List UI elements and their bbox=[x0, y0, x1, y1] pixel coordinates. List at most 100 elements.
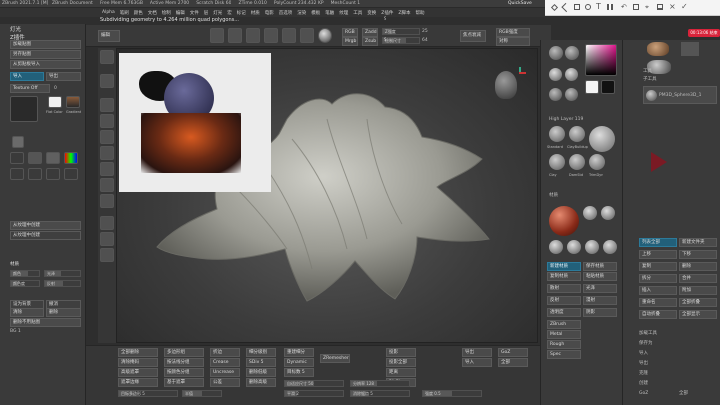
arrow-icon[interactable] bbox=[561, 2, 571, 13]
quicksave-button[interactable]: QuickSave bbox=[508, 0, 532, 7]
tex-thumb-3[interactable] bbox=[46, 152, 60, 164]
solo-icon[interactable] bbox=[100, 232, 114, 246]
tex-thumb-6[interactable] bbox=[28, 168, 42, 180]
tex-thumb-8[interactable] bbox=[64, 168, 78, 180]
half-slider[interactable]: 半值 bbox=[182, 390, 222, 397]
create-from-texture-button[interactable]: 从纹理中创建 bbox=[10, 221, 81, 230]
rect-icon[interactable] bbox=[574, 4, 580, 10]
collapse-all-button[interactable]: 全部折叠 bbox=[679, 298, 717, 307]
bottom-c0-3[interactable]: 遮罩边缘 bbox=[118, 378, 158, 387]
menu-color[interactable]: 颜色 bbox=[134, 10, 143, 16]
brush-alpha-icon[interactable] bbox=[100, 50, 114, 64]
bottom-c0-2[interactable]: 高级遮罩 bbox=[118, 368, 158, 377]
swatch-white[interactable] bbox=[585, 80, 599, 94]
paste-material-button[interactable]: 粘贴材质 bbox=[583, 272, 617, 281]
split-button[interactable]: 拆分 bbox=[639, 274, 677, 283]
bottom-c3-0[interactable]: 细分级别 bbox=[246, 348, 276, 357]
bottom-c3-3[interactable]: 删除高级 bbox=[246, 378, 276, 387]
bottom-c6-2[interactable]: GoZ bbox=[498, 348, 528, 357]
tex-thumb-4[interactable] bbox=[64, 152, 78, 164]
auto-collapse-button[interactable]: 自动折叠 bbox=[639, 310, 677, 319]
prop-diffuse[interactable]: 漫射 bbox=[583, 296, 617, 305]
transp-icon[interactable] bbox=[100, 216, 114, 230]
text-icon[interactable]: T bbox=[596, 2, 601, 11]
draw-size-slider[interactable]: 绘制尺寸 bbox=[382, 37, 420, 44]
delete-button[interactable]: 删除 bbox=[46, 308, 81, 317]
z-intensity-slider[interactable]: Z强度 bbox=[382, 28, 420, 35]
menu-stroke[interactable]: 笔触 bbox=[325, 10, 334, 16]
mrgb-toggle[interactable]: Mrgb bbox=[342, 37, 358, 46]
menu-macro[interactable]: 宏 bbox=[227, 10, 232, 16]
save-icon[interactable] bbox=[657, 4, 663, 10]
bottom-c0-0[interactable]: 全部删除 bbox=[118, 348, 158, 357]
menu-render[interactable]: 渲染 bbox=[297, 10, 306, 16]
clear-button[interactable]: 清除 bbox=[10, 308, 44, 317]
bottom-c0-1[interactable]: 清除掩码 bbox=[118, 358, 158, 367]
pen-icon[interactable] bbox=[550, 3, 559, 12]
persp-icon[interactable] bbox=[100, 98, 114, 112]
tool-label-create[interactable]: 创建 bbox=[639, 380, 648, 387]
new-material-button[interactable]: 新建材质 bbox=[547, 262, 581, 271]
tex-thumb-2[interactable] bbox=[28, 152, 42, 164]
new-folder-button[interactable]: 新建文件夹 bbox=[679, 238, 717, 247]
brush-clay-icon[interactable] bbox=[549, 154, 565, 170]
menu-stencil[interactable]: 模板 bbox=[311, 10, 320, 16]
bottom-c1-0[interactable]: 多边形组 bbox=[164, 348, 204, 357]
label-spec[interactable]: Spec bbox=[547, 350, 581, 359]
sphere-icon-1[interactable] bbox=[549, 46, 563, 60]
bottom-c4-0[interactable]: 重建细分 bbox=[284, 348, 314, 357]
bottom-c4-2[interactable]: ZRemesher bbox=[320, 354, 350, 363]
bottom-c2-3[interactable]: 公差 bbox=[210, 378, 240, 387]
play-arrow-icon[interactable] bbox=[651, 152, 667, 172]
rgb-intensity-button[interactable]: RGB强度 bbox=[496, 28, 530, 37]
tex-thumb-1[interactable] bbox=[10, 152, 24, 164]
floor-icon[interactable] bbox=[100, 114, 114, 128]
menu-draw[interactable]: 绘制 bbox=[162, 10, 171, 16]
brush-move-icon[interactable] bbox=[589, 126, 615, 152]
smooth-slider[interactable]: 平滑 2 bbox=[284, 390, 344, 397]
antialias-slider[interactable]: 消除锯齿 5 bbox=[350, 390, 410, 397]
bottom-c3-1[interactable]: SDiv 5 bbox=[246, 358, 276, 367]
import-clipboard-button[interactable]: 从剪贴板导入 bbox=[10, 60, 81, 69]
bottom-c2-0[interactable]: 折边 bbox=[210, 348, 240, 357]
menu-layer[interactable]: 层 bbox=[204, 10, 209, 16]
insert-button[interactable]: 插入 bbox=[639, 286, 677, 295]
local-icon[interactable] bbox=[100, 130, 114, 144]
brush-standard-icon[interactable] bbox=[549, 126, 565, 142]
prop-scatter[interactable]: 散射 bbox=[547, 284, 581, 293]
mat-thumb-c[interactable] bbox=[549, 88, 562, 101]
prop-transparency[interactable]: 透明度 bbox=[547, 308, 581, 317]
color-slider[interactable]: 颜色 bbox=[10, 270, 40, 277]
trimdynamic-icon[interactable] bbox=[300, 28, 314, 43]
export-button[interactable]: 导出 bbox=[46, 72, 81, 81]
menu-help[interactable]: 帮助 bbox=[415, 10, 424, 16]
bottom-c1-1[interactable]: 按法线分组 bbox=[164, 358, 204, 367]
tool-label-export[interactable]: 导出 bbox=[639, 360, 648, 367]
tex-thumb-7[interactable] bbox=[46, 168, 60, 180]
copy-material-button[interactable]: 复制材质 bbox=[547, 272, 581, 281]
color-picker[interactable] bbox=[585, 44, 617, 76]
bottom-c4-3[interactable]: 目标数 5 bbox=[284, 368, 314, 377]
menu-texture[interactable]: 纹理 bbox=[339, 10, 348, 16]
move-down-button[interactable]: 下移 bbox=[679, 250, 717, 259]
tool-label-saveas[interactable]: 保存为 bbox=[639, 340, 653, 347]
menu-tool[interactable]: 工具 bbox=[353, 10, 362, 16]
scale-view-icon[interactable] bbox=[100, 178, 114, 192]
focal-shift-button[interactable]: 焦点衰减 bbox=[460, 30, 486, 42]
show-all-button[interactable]: 全部显示 bbox=[679, 310, 717, 319]
tool-label-import[interactable]: 导入 bbox=[639, 350, 648, 357]
smooth-brush-icon[interactable] bbox=[246, 28, 260, 43]
bottom-c3-2[interactable]: 删除低级 bbox=[246, 368, 276, 377]
menu-transform[interactable]: 变换 bbox=[367, 10, 376, 16]
standard-brush-icon[interactable] bbox=[228, 28, 242, 43]
menu-edit[interactable]: 编辑 bbox=[176, 10, 185, 16]
tool-label-goz[interactable]: GoZ bbox=[639, 390, 648, 397]
material-sphere-5[interactable] bbox=[567, 240, 581, 254]
bottom-c6-1[interactable]: 导入 bbox=[462, 358, 492, 367]
menu-brush[interactable]: 笔刷 bbox=[120, 10, 129, 16]
material-sphere-7[interactable] bbox=[603, 240, 617, 254]
bottom-c2-1[interactable]: Crease bbox=[210, 358, 240, 367]
zsub-toggle[interactable]: Zsub bbox=[362, 37, 378, 46]
target-poly-slider[interactable]: 目标多边形 5 bbox=[118, 390, 178, 397]
material-sphere-2[interactable] bbox=[583, 206, 597, 220]
